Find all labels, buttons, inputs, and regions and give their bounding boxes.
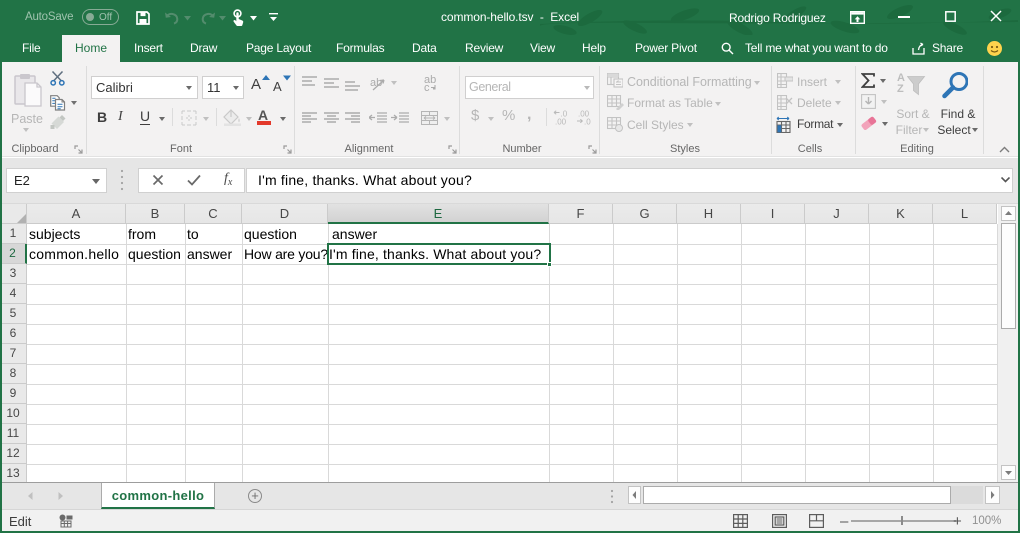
svg-text:c: c: [424, 82, 430, 91]
svg-text:.0: .0: [584, 118, 591, 126]
svg-text:.00: .00: [555, 118, 567, 126]
